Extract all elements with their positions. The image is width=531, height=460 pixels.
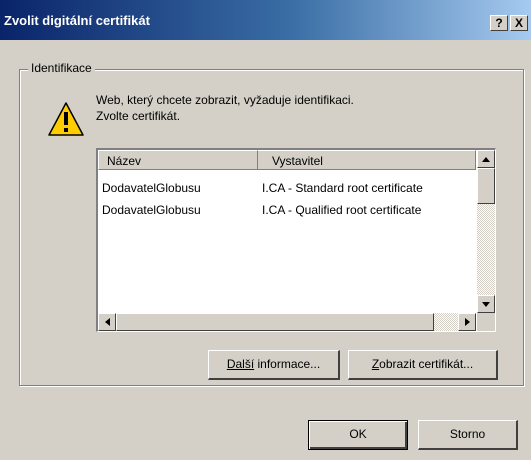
scroll-right-button[interactable] (458, 313, 476, 331)
arrow-down-icon (482, 301, 490, 307)
group-label: Identifikace (28, 61, 95, 75)
list-header: Název Vystavitel (98, 150, 476, 170)
cert-issuer: I.CA - Qualified root certificate (262, 203, 422, 217)
scroll-corner (477, 313, 495, 331)
scroll-left-button[interactable] (98, 313, 116, 331)
close-button[interactable]: X (510, 15, 528, 31)
scroll-down-button[interactable] (477, 295, 495, 313)
view-certificate-button[interactable]: Zobrazit certifikát... (348, 350, 498, 380)
horizontal-scrollbar[interactable] (98, 313, 476, 331)
help-button[interactable]: ? (490, 15, 508, 31)
cancel-button[interactable]: Storno (418, 420, 518, 450)
scroll-up-button[interactable] (477, 150, 495, 168)
message-line-2: Zvolte certifikát. (96, 109, 181, 123)
window-title: Zvolit digitální certifikát (4, 13, 150, 28)
arrow-up-icon (482, 156, 490, 162)
cert-issuer: I.CA - Standard root certificate (262, 181, 423, 195)
ok-button[interactable]: OK (308, 420, 408, 450)
arrow-left-icon (104, 318, 110, 326)
certificate-list[interactable]: Název Vystavitel DodavatelGlobusu I.CA -… (96, 148, 496, 332)
column-header-issuer[interactable]: Vystavitel (258, 150, 476, 170)
message: Web, který chcete zobrazit, vyžaduje ide… (96, 92, 354, 124)
vertical-scrollbar[interactable] (477, 150, 495, 313)
certificate-dialog: Zvolit digitální certifikát ? X Identifi… (0, 0, 531, 460)
cert-name: DodavatelGlobusu (102, 203, 201, 217)
message-line-1: Web, který chcete zobrazit, vyžaduje ide… (96, 93, 354, 107)
warning-icon (48, 102, 84, 139)
arrow-right-icon (464, 318, 470, 326)
vertical-scroll-thumb[interactable] (477, 168, 495, 204)
title-bar[interactable]: Zvolit digitální certifikát ? X (0, 0, 531, 40)
more-info-button[interactable]: Další informace... (208, 350, 340, 380)
column-header-name[interactable]: Název (98, 150, 258, 170)
cert-name: DodavatelGlobusu (102, 181, 201, 195)
horizontal-scroll-thumb[interactable] (116, 313, 434, 331)
